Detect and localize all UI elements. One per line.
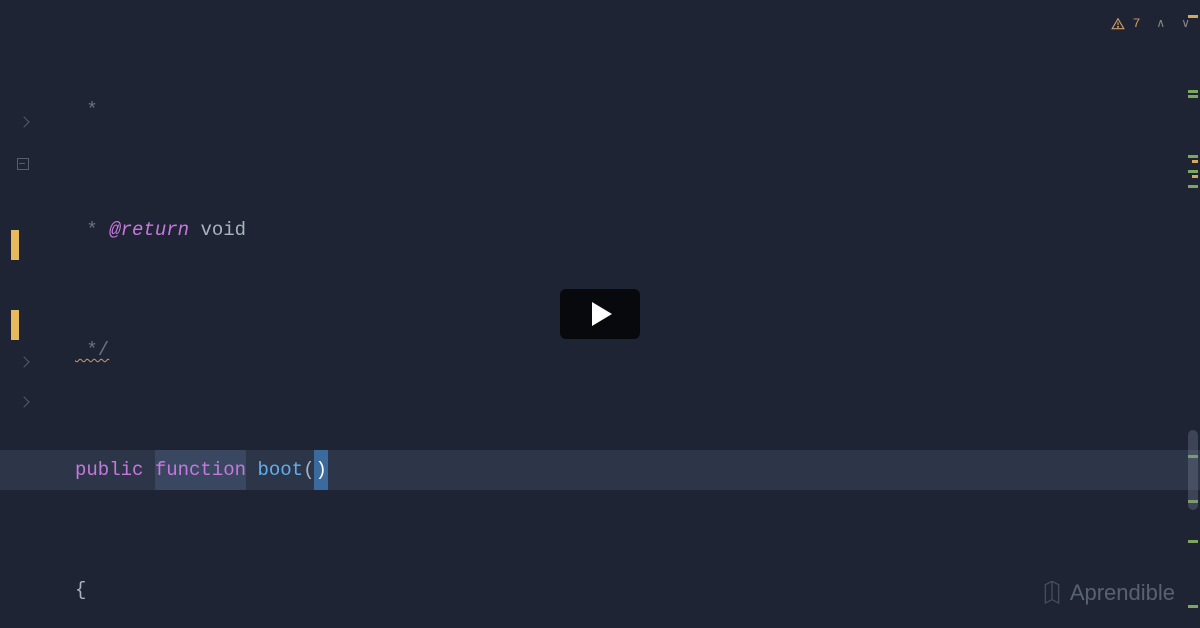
comment-text: *: [75, 90, 98, 130]
code-editor: 7 ∧ ∨ * * @return void */ public functio…: [0, 0, 1200, 628]
overview-ruler: [1188, 0, 1200, 628]
change-marker: [11, 310, 19, 340]
change-marker[interactable]: [1188, 90, 1198, 93]
change-marker[interactable]: [1188, 95, 1198, 98]
fold-minus-icon[interactable]: [17, 156, 29, 170]
fold-icon[interactable]: [18, 116, 30, 130]
scrollbar[interactable]: [1188, 430, 1198, 510]
watermark-text: Aprendible: [1070, 573, 1175, 613]
warning-marker[interactable]: [1188, 15, 1198, 18]
change-marker[interactable]: [1188, 170, 1198, 173]
change-marker[interactable]: [1188, 185, 1198, 188]
fold-icon[interactable]: [18, 356, 30, 370]
change-marker[interactable]: [1188, 605, 1198, 608]
warning-marker[interactable]: [1192, 160, 1198, 163]
change-marker[interactable]: [1188, 155, 1198, 158]
fold-icon[interactable]: [18, 396, 30, 410]
warning-marker[interactable]: [1192, 175, 1198, 178]
gutter: [0, 10, 30, 628]
change-marker: [11, 230, 19, 260]
logo-icon: [1042, 581, 1062, 605]
play-button[interactable]: [560, 289, 640, 339]
comment-text: * @return void: [75, 210, 246, 250]
cursor-position: ): [314, 450, 327, 490]
current-line: public function boot(): [0, 450, 1200, 490]
comment-text: */: [75, 330, 109, 370]
watermark: Aprendible: [1042, 573, 1175, 613]
change-marker[interactable]: [1188, 540, 1198, 543]
